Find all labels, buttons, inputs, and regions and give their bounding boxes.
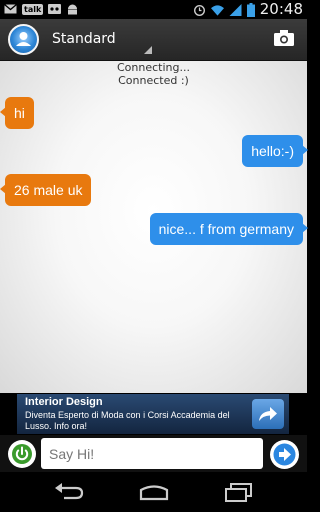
voicemail-icon — [48, 4, 62, 14]
ad-content[interactable]: Interior Design Diventa Esperto di Moda … — [17, 394, 289, 434]
navigation-bar — [0, 472, 307, 512]
app-logo-icon[interactable] — [8, 24, 39, 55]
back-icon[interactable] — [52, 482, 86, 502]
disconnect-button[interactable] — [8, 440, 36, 468]
signal-icon — [229, 3, 242, 16]
wifi-icon — [210, 4, 224, 16]
status-bar: talk 20:48 — [0, 0, 307, 19]
home-icon[interactable] — [137, 482, 171, 502]
talk-icon: talk — [22, 3, 44, 15]
ad-text: Diventa Esperto di Moda con i Corsi Acca… — [25, 410, 230, 431]
camera-icon[interactable] — [273, 29, 295, 47]
system-message: Connecting... — [117, 61, 190, 74]
message-input[interactable] — [41, 438, 263, 469]
mode-dropdown-label: Standard — [52, 31, 116, 47]
status-time: 20:48 — [259, 0, 303, 18]
gmail-icon — [4, 3, 17, 14]
mode-dropdown[interactable]: Standard — [52, 28, 152, 54]
android-icon — [68, 4, 78, 15]
system-message: Connected :) — [118, 74, 189, 87]
recent-apps-icon[interactable] — [222, 482, 256, 502]
message-bubble-me: hello:-) — [242, 135, 308, 167]
input-bar — [0, 435, 307, 472]
action-bar: Standard — [0, 19, 307, 61]
chat-people-icon — [16, 32, 31, 46]
ad-banner: Interior Design Diventa Esperto di Moda … — [0, 393, 307, 435]
message-bubble-me: nice... f from germany — [149, 213, 309, 245]
ad-open-button[interactable] — [252, 399, 284, 429]
dropdown-triangle-icon — [144, 46, 152, 54]
chat-area[interactable]: Connecting... Connected :) hi hello:-) 2… — [0, 61, 309, 393]
message-bubble-stranger: 26 male uk — [0, 174, 92, 206]
ad-title: Interior Design — [25, 396, 103, 408]
power-icon — [12, 444, 32, 464]
send-arrow-icon — [273, 443, 296, 466]
battery-icon — [246, 2, 255, 17]
message-bubble-stranger: hi — [0, 97, 34, 129]
alarm-icon — [193, 4, 205, 16]
send-button[interactable] — [270, 440, 299, 469]
share-arrow-icon — [259, 407, 277, 421]
